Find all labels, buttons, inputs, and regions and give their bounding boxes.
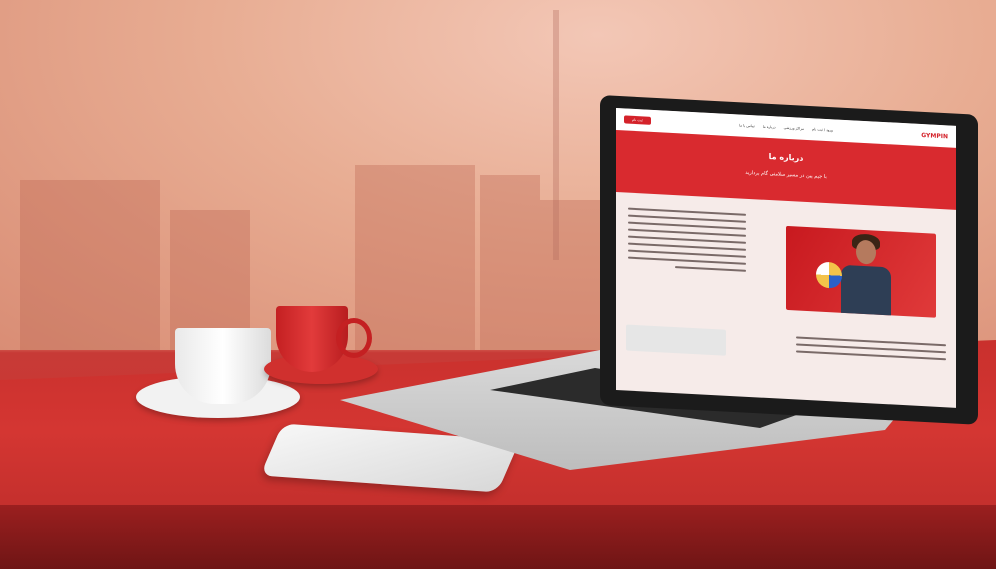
- photo-scene: ثبت نام تماس با ما درباره ما مراکز ورزشی…: [0, 0, 996, 569]
- nav-item[interactable]: درباره ما: [763, 125, 776, 130]
- about-content: [616, 192, 956, 408]
- athlete-photo: [786, 225, 936, 318]
- red-cup-handle: [336, 318, 372, 358]
- nav-item[interactable]: تماس با ما: [739, 123, 755, 128]
- second-paragraph: [796, 331, 946, 365]
- site-nav: تماس با ما درباره ما مراکز ورزشی ورود / …: [739, 123, 833, 132]
- laptop-thumbnail: [626, 324, 726, 356]
- volleyball-icon: [816, 261, 842, 289]
- tv-tower: [553, 10, 559, 260]
- about-paragraph: [628, 203, 746, 277]
- table-edge: [0, 505, 996, 569]
- laptop-screen: ثبت نام تماس با ما درباره ما مراکز ورزشی…: [616, 108, 956, 408]
- white-cup: [175, 328, 271, 404]
- cta-button[interactable]: ثبت نام: [624, 115, 651, 125]
- nav-item[interactable]: مراکز ورزشی: [784, 126, 804, 131]
- nav-item[interactable]: ورود / ثبت نام: [812, 127, 833, 132]
- gympin-logo[interactable]: GYMPIN: [921, 131, 948, 139]
